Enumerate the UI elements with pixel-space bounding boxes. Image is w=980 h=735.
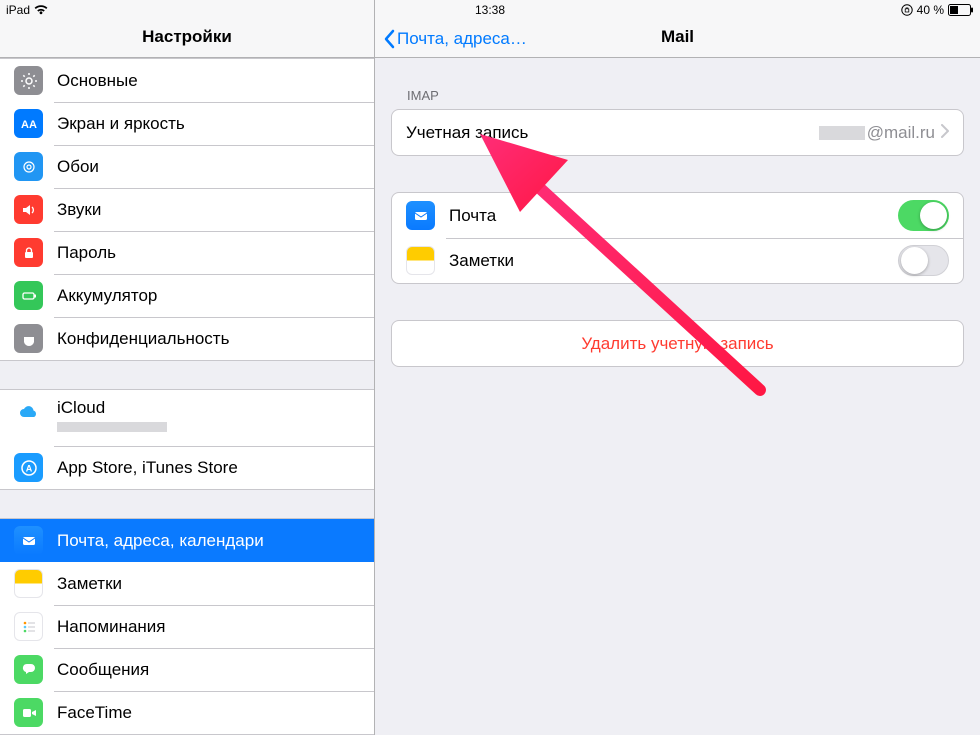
- sidebar-item-privacy[interactable]: Конфиденциальность: [0, 317, 374, 360]
- sidebar-title: Настройки: [142, 27, 232, 47]
- notes-icon: [14, 569, 43, 598]
- facetime-icon: [14, 698, 43, 727]
- reminders-icon: [14, 612, 43, 641]
- status-bar: iPad 13:38 40 %: [0, 0, 980, 20]
- sidebar-item-mail[interactable]: Почта, адреса, календари: [0, 519, 374, 562]
- settings-sidebar: Настройки Основные AA Экран и яркость: [0, 0, 375, 735]
- mail-icon: [406, 201, 435, 230]
- account-row[interactable]: Учетная запись @mail.ru: [392, 110, 963, 155]
- device-label: iPad: [6, 3, 30, 17]
- sidebar-item-label: Пароль: [57, 243, 360, 263]
- wallpaper-icon: [14, 152, 43, 181]
- sidebar-item-label: FaceTime: [57, 703, 360, 723]
- sidebar-item-facetime[interactable]: FaceTime: [0, 691, 374, 734]
- sidebar-item-label: Заметки: [57, 574, 360, 594]
- sidebar-item-label: Аккумулятор: [57, 286, 360, 306]
- sidebar-item-wallpaper[interactable]: Обои: [0, 145, 374, 188]
- status-time: 13:38: [475, 3, 505, 17]
- detail-pane: Почта, адреса… Mail IMAP Учетная запись …: [375, 0, 980, 735]
- battery-icon: [948, 4, 974, 16]
- sounds-icon: [14, 195, 43, 224]
- chevron-right-icon: [941, 123, 949, 143]
- sidebar-item-label: Звуки: [57, 200, 360, 220]
- delete-account-button[interactable]: Удалить учетную запись: [392, 321, 963, 366]
- orientation-lock-icon: [901, 4, 913, 16]
- mail-toggle[interactable]: [898, 200, 949, 231]
- sidebar-item-label: Обои: [57, 157, 360, 177]
- sidebar-item-passcode[interactable]: Пароль: [0, 231, 374, 274]
- section-header-imap: IMAP: [407, 88, 964, 103]
- sidebar-item-battery[interactable]: Аккумулятор: [0, 274, 374, 317]
- back-label: Почта, адреса…: [397, 29, 527, 49]
- account-label: Учетная запись: [406, 123, 819, 143]
- lock-icon: [14, 238, 43, 267]
- mail-icon: [14, 526, 43, 555]
- sidebar-item-display[interactable]: AA Экран и яркость: [0, 102, 374, 145]
- icloud-account-email: [57, 419, 167, 433]
- service-mail-row: Почта: [392, 193, 963, 238]
- sidebar-item-notes[interactable]: Заметки: [0, 562, 374, 605]
- messages-icon: [14, 655, 43, 684]
- notes-icon: [406, 246, 435, 275]
- battery-app-icon: [14, 281, 43, 310]
- svg-text:AA: AA: [21, 119, 37, 131]
- appstore-icon: A: [14, 453, 43, 482]
- detail-title: Mail: [661, 27, 694, 47]
- sidebar-item-label: iCloud: [57, 398, 167, 418]
- sidebar-item-icloud[interactable]: iCloud: [0, 390, 374, 446]
- svg-text:A: A: [25, 463, 32, 473]
- service-label: Заметки: [449, 251, 898, 271]
- sidebar-item-label: App Store, iTunes Store: [57, 458, 360, 478]
- service-notes-row: Заметки: [392, 238, 963, 283]
- sidebar-item-reminders[interactable]: Напоминания: [0, 605, 374, 648]
- sidebar-item-sounds[interactable]: Звуки: [0, 188, 374, 231]
- service-label: Почта: [449, 206, 898, 226]
- sidebar-item-label: Почта, адреса, календари: [57, 531, 360, 551]
- wifi-icon: [34, 5, 48, 15]
- gear-icon: [14, 66, 43, 95]
- privacy-icon: [14, 324, 43, 353]
- sidebar-item-label: Конфиденциальность: [57, 329, 360, 349]
- sidebar-item-label: Основные: [57, 71, 360, 91]
- notes-toggle[interactable]: [898, 245, 949, 276]
- battery-percent: 40 %: [917, 3, 944, 17]
- sidebar-item-label: Напоминания: [57, 617, 360, 637]
- delete-label: Удалить учетную запись: [406, 334, 949, 354]
- chevron-left-icon: [383, 29, 395, 49]
- display-icon: AA: [14, 109, 43, 138]
- icloud-icon: [14, 398, 43, 427]
- sidebar-item-label: Сообщения: [57, 660, 360, 680]
- back-button[interactable]: Почта, адреса…: [383, 29, 527, 49]
- sidebar-item-messages[interactable]: Сообщения: [0, 648, 374, 691]
- account-value: @mail.ru: [819, 123, 935, 143]
- sidebar-item-general[interactable]: Основные: [0, 59, 374, 102]
- sidebar-item-appstore[interactable]: A App Store, iTunes Store: [0, 446, 374, 489]
- sidebar-item-label: Экран и яркость: [57, 114, 360, 134]
